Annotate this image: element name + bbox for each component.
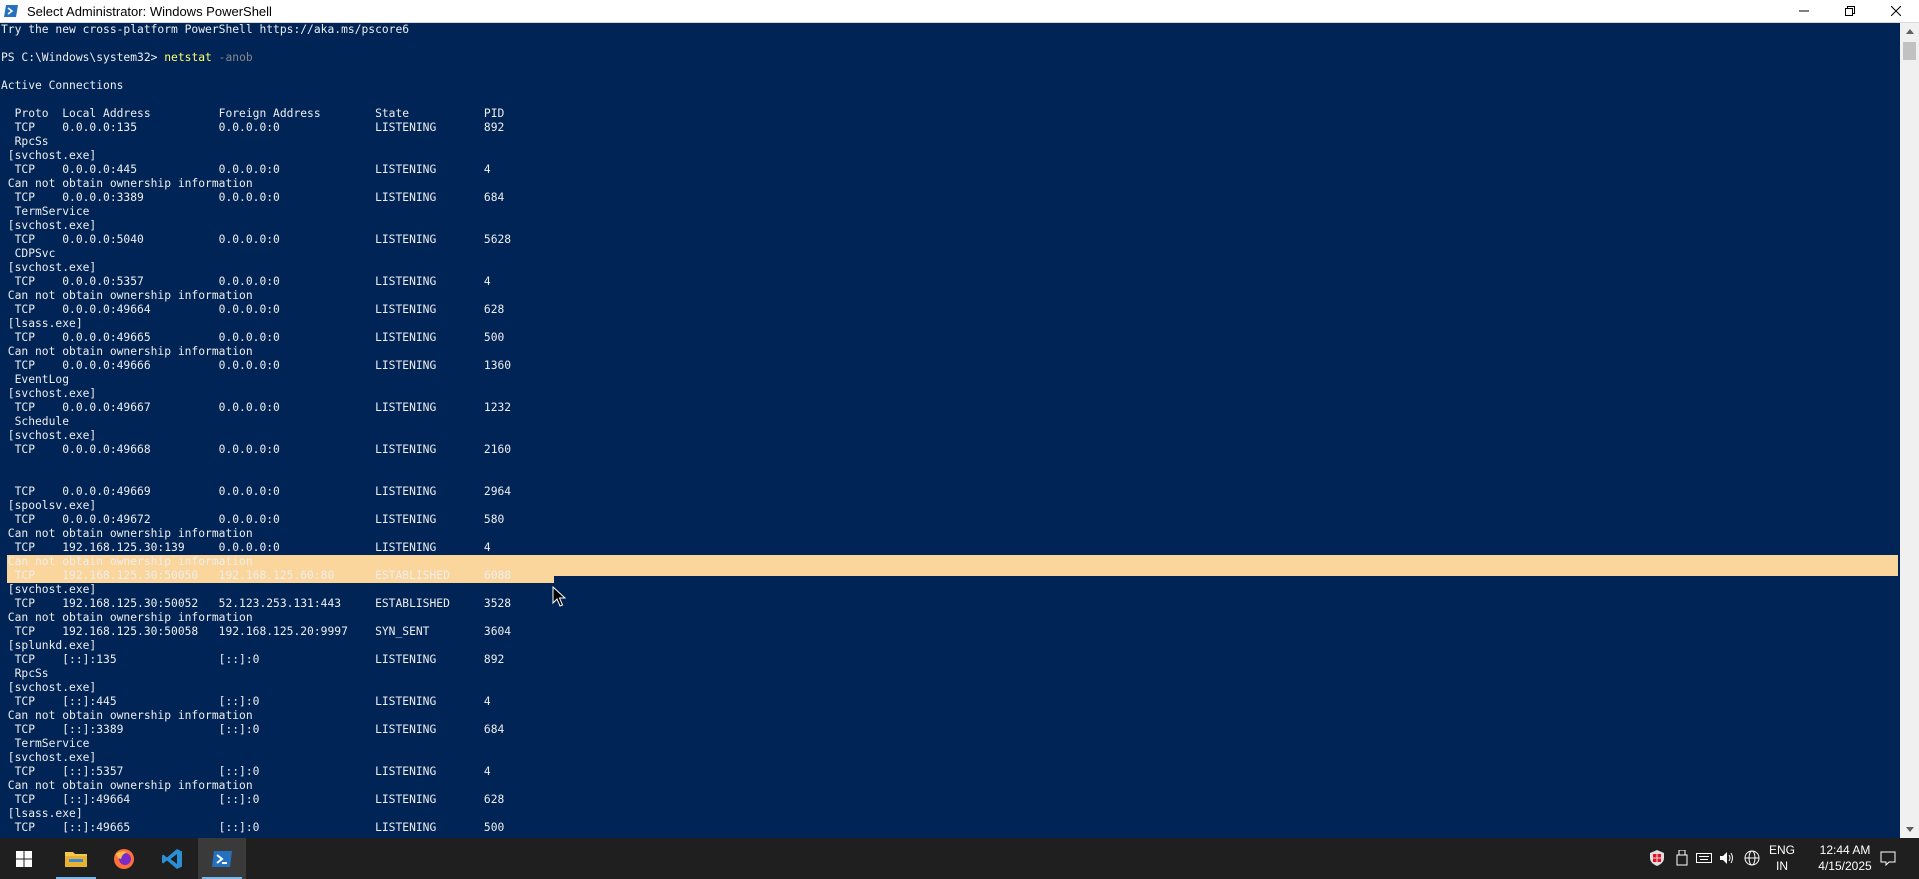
- volume-icon[interactable]: [1720, 850, 1736, 866]
- windows-logo-icon: [16, 850, 32, 867]
- console-line: Can not obtain ownership information: [1, 611, 253, 624]
- console-line: TCP [::]:135 [::]:0 LISTENING 892: [1, 653, 505, 666]
- console-prompt-line: PS C:\Windows\system32> netstat -anob: [1, 51, 253, 65]
- scrollbar-thumb[interactable]: [1903, 42, 1916, 60]
- console-line: Can not obtain ownership information: [1, 709, 253, 722]
- console-line: TCP 0.0.0.0:5040 0.0.0.0:0 LISTENING 562…: [1, 233, 512, 246]
- minimize-icon: [1799, 10, 1809, 12]
- clock-time: 12:44 AM: [1819, 843, 1871, 857]
- start-button[interactable]: [0, 838, 48, 879]
- console-line: TCP 192.168.125.30:50052 52.123.253.131:…: [1, 597, 512, 610]
- console-line: Can not obtain ownership information: [1, 779, 253, 792]
- console-column-headers: Proto Local Address Foreign Address Stat…: [1, 107, 505, 120]
- console-line: RpcSs: [1, 667, 49, 680]
- powershell-icon: [4, 3, 20, 19]
- console-line: SessionEnv: [1, 457, 83, 470]
- console-line: TCP [::]:49665 [::]:0 LISTENING 500: [1, 821, 505, 834]
- console-line: CDPSvc: [1, 247, 56, 260]
- vscode-icon: [162, 848, 182, 869]
- console-line: Can not obtain ownership information: [1, 289, 253, 302]
- console-line: TCP 0.0.0.0:49664 0.0.0.0:0 LISTENING 62…: [1, 303, 505, 316]
- console-line: TCP [::]:49664 [::]:0 LISTENING 628: [1, 793, 505, 806]
- scroll-down-arrow-icon[interactable]: [1900, 821, 1919, 838]
- console-line: Can not obtain ownership information: [1, 527, 253, 540]
- prompt-text: PS C:\Windows\system32>: [1, 51, 158, 64]
- console-line: Can not obtain ownership information: [1, 345, 253, 358]
- input-language-indicator[interactable]: ENG IN: [1764, 842, 1800, 874]
- console-line: TCP 0.0.0.0:49667 0.0.0.0:0 LISTENING 12…: [1, 401, 512, 414]
- clock-date: 4/15/2025: [1818, 859, 1872, 873]
- console-line: TCP 0.0.0.0:3389 0.0.0.0:0 LISTENING 684: [1, 191, 505, 204]
- window-title: Select Administrator: Windows PowerShell: [27, 3, 272, 19]
- firefox-icon: [114, 848, 134, 869]
- console-line: [lsass.exe]: [1, 317, 83, 330]
- console-line: TCP 0.0.0.0:49666 0.0.0.0:0 LISTENING 13…: [1, 359, 512, 372]
- console-line: [svchost.exe]: [1, 681, 97, 694]
- console-line: TCP 192.168.125.30:139 0.0.0.0:0 LISTENI…: [1, 541, 491, 554]
- vertical-scrollbar[interactable]: [1900, 23, 1919, 838]
- console-output[interactable]: Try the new cross-platform PowerShell ht…: [0, 23, 1900, 838]
- console-line: EventLog: [1, 373, 70, 386]
- taskbar-file-explorer[interactable]: [52, 838, 100, 879]
- console-line: Schedule: [1, 415, 70, 428]
- command-args: -anob: [218, 51, 253, 64]
- console-line: TCP 192.168.125.30:50050 192.168.125.60:…: [1, 569, 512, 582]
- taskbar-vscode[interactable]: [148, 838, 196, 879]
- console-line: [svchost.exe]: [1, 429, 97, 442]
- command-text: netstat: [164, 51, 212, 64]
- restore-button[interactable]: [1827, 0, 1873, 22]
- console-line: TCP 0.0.0.0:135 0.0.0.0:0 LISTENING 892: [1, 121, 505, 134]
- console-line: TCP [::]:445 [::]:0 LISTENING 4: [1, 695, 491, 708]
- console-line: TCP 0.0.0.0:445 0.0.0.0:0 LISTENING 4: [1, 163, 491, 176]
- console-line: TCP 0.0.0.0:49672 0.0.0.0:0 LISTENING 58…: [1, 513, 505, 526]
- console-line: TCP [::]:5357 [::]:0 LISTENING 4: [1, 765, 491, 778]
- console-line: Can not obtain ownership information: [1, 555, 253, 568]
- keyboard-icon[interactable]: [1696, 850, 1712, 866]
- console-line: [splunkd.exe]: [1, 639, 97, 652]
- clock[interactable]: 12:44 AM 4/15/2025: [1804, 842, 1886, 874]
- close-button[interactable]: [1873, 0, 1919, 22]
- minimize-button[interactable]: [1781, 0, 1827, 22]
- console-banner: Try the new cross-platform PowerShell ht…: [1, 23, 410, 36]
- console-line: [svchost.exe]: [1, 219, 97, 232]
- security-shield-icon[interactable]: [1649, 850, 1665, 866]
- console-line: [svchost.exe]: [1, 751, 97, 764]
- console-line: TCP 0.0.0.0:49669 0.0.0.0:0 LISTENING 29…: [1, 485, 512, 498]
- console-line: [lsass.exe]: [1, 807, 83, 820]
- console-line: TCP 0.0.0.0:5357 0.0.0.0:0 LISTENING 4: [1, 275, 491, 288]
- scroll-up-arrow-icon[interactable]: [1900, 23, 1919, 40]
- console-line: [spoolsv.exe]: [1, 499, 97, 512]
- usb-device-icon[interactable]: [1674, 850, 1690, 866]
- console-line: Can not obtain ownership information: [1, 177, 253, 190]
- close-icon: [1891, 6, 1901, 16]
- console-line: TCP 0.0.0.0:49665 0.0.0.0:0 LISTENING 50…: [1, 331, 505, 344]
- console-line: [svchost.exe]: [1, 471, 97, 484]
- window-title-bar[interactable]: Select Administrator: Windows PowerShell: [0, 0, 1919, 23]
- taskbar: ENG IN 12:44 AM 4/15/2025: [0, 838, 1919, 879]
- notification-icon[interactable]: [1880, 850, 1896, 866]
- file-explorer-icon: [65, 851, 87, 867]
- console-line: TCP [::]:3389 [::]:0 LISTENING 684: [1, 723, 505, 736]
- console-line: TCP 0.0.0.0:49668 0.0.0.0:0 LISTENING 21…: [1, 443, 512, 456]
- console-line: TCP 192.168.125.30:50058 192.168.125.20:…: [1, 625, 512, 638]
- taskbar-powershell[interactable]: [198, 838, 246, 879]
- taskbar-firefox[interactable]: [100, 838, 148, 879]
- console-line: [svchost.exe]: [1, 149, 97, 162]
- console-line: [svchost.exe]: [1, 261, 97, 274]
- restore-icon: [1845, 6, 1855, 16]
- mouse-cursor-icon: [552, 586, 566, 607]
- console-heading: Active Connections: [1, 79, 124, 92]
- network-globe-icon[interactable]: [1744, 850, 1760, 866]
- console-line: [svchost.exe]: [1, 583, 97, 596]
- console-line: TermService: [1, 205, 90, 218]
- powershell-taskbar-icon: [212, 850, 232, 867]
- console-line: TermService: [1, 737, 90, 750]
- console-line: RpcSs: [1, 135, 49, 148]
- console-line: [svchost.exe]: [1, 387, 97, 400]
